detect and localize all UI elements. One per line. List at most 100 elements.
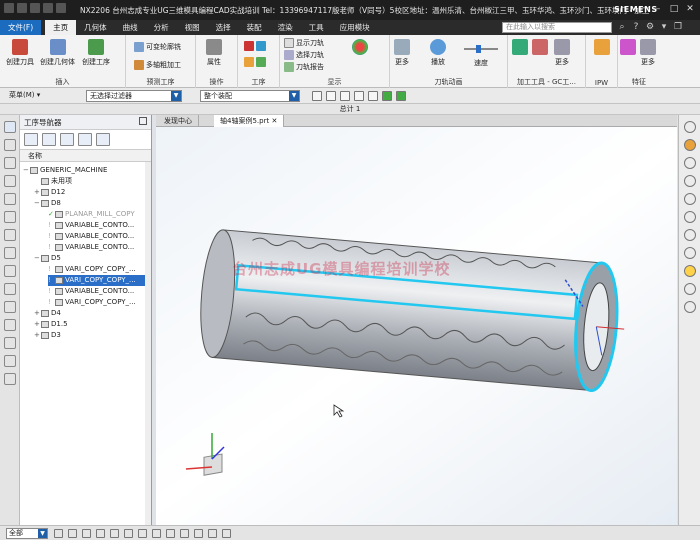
part-navigator-icon[interactable] <box>3 139 16 151</box>
speed-slider[interactable]: 速度 <box>464 45 498 68</box>
maximize-icon[interactable]: □ <box>666 2 682 16</box>
tree-node-operation[interactable]: ! VARIABLE_CONTO... <box>48 242 134 253</box>
tree-node-d1-5[interactable]: + D1.5 <box>34 319 68 330</box>
tree-node-d8[interactable]: − D8 <box>34 198 61 209</box>
show-toolpath-button[interactable]: 显示刀轨 <box>284 38 324 48</box>
assembly-scope-select[interactable]: 整个装配 ▼ <box>200 90 300 102</box>
section-view-icon[interactable] <box>683 229 696 241</box>
program-order-view-icon[interactable] <box>24 133 38 146</box>
tree-node-operation[interactable]: ! VARIABLE_CONTO... <box>48 286 134 297</box>
tree-node-planar-mill[interactable]: ✓ PLANAR_MILL_COPY <box>48 209 135 220</box>
wcs-icon[interactable] <box>683 247 696 259</box>
menu-applications[interactable]: 应用模块 <box>332 20 378 35</box>
assembly-navigator-icon[interactable] <box>3 157 16 169</box>
display-options-button[interactable] <box>352 39 368 57</box>
play-button[interactable]: 播放 <box>430 39 446 67</box>
gc-more-button[interactable]: 更多 <box>554 39 570 67</box>
face-select-icon[interactable] <box>68 529 77 538</box>
verify-path-icon[interactable] <box>244 57 268 67</box>
endpoint-snap-icon[interactable] <box>382 91 392 101</box>
edge-select-icon[interactable] <box>82 529 91 538</box>
web-browser-icon[interactable] <box>3 265 16 277</box>
lasso-icon[interactable] <box>368 91 378 101</box>
create-geometry-button[interactable]: 创建几何体 <box>40 39 75 67</box>
curve-select-icon[interactable] <box>138 529 147 538</box>
midpoint-snap-icon[interactable] <box>396 91 406 101</box>
component-select-icon[interactable] <box>124 529 133 538</box>
copy-icon[interactable] <box>56 3 66 13</box>
tree-node-d5[interactable]: − D5 <box>34 253 61 264</box>
orient-icon[interactable] <box>152 529 161 538</box>
play-icon[interactable] <box>683 121 696 133</box>
tree-node-unused[interactable]: 未用项 <box>34 176 72 187</box>
tab-part-file[interactable]: 轴4轴案例5.prt ✕ <box>214 115 285 127</box>
tree-node-d12[interactable]: + D12 <box>34 187 65 198</box>
toolpath-report-button[interactable]: 刀轨报告 <box>284 62 324 72</box>
close-tab-icon[interactable]: ✕ <box>271 117 277 125</box>
background-icon[interactable] <box>683 283 696 295</box>
tree-node-selected[interactable]: ! VARI_COPY_COPY_... <box>48 275 146 286</box>
menu-geometry[interactable]: 几何体 <box>76 20 115 35</box>
method-view-icon[interactable] <box>78 133 92 146</box>
menu-select[interactable]: 选择 <box>208 20 239 35</box>
close-icon[interactable]: ✕ <box>682 2 698 16</box>
ipw-icon[interactable] <box>594 39 610 57</box>
tree-node-operation[interactable]: ! VARIABLE_CONTO... <box>48 220 134 231</box>
reuse-library-icon[interactable] <box>3 229 16 241</box>
box-select-icon[interactable] <box>354 91 364 101</box>
tree-node-operation[interactable]: ! VARIABLE_CONTO... <box>48 231 134 242</box>
tree-node-machine[interactable]: − GENERIC_MACHINE <box>23 165 107 176</box>
create-tool-button[interactable]: 创建刀具 <box>6 39 34 67</box>
feature-icon[interactable] <box>620 39 636 57</box>
feature-more-button[interactable]: 更多 <box>640 39 656 67</box>
menu-assembly[interactable]: 装配 <box>239 20 270 35</box>
geometry-view-icon[interactable] <box>60 133 74 146</box>
snap-grid-icon[interactable] <box>54 529 63 538</box>
status-select-scope[interactable]: 全部 ▼ <box>6 528 48 539</box>
eye-icon[interactable] <box>683 175 696 187</box>
menu-analysis[interactable]: 分析 <box>146 20 177 35</box>
main-menu-button[interactable]: 菜单(M) ▾ <box>6 90 58 102</box>
selection-filter-select[interactable]: 无选择过滤器 ▼ <box>86 90 182 102</box>
system-materials-icon[interactable] <box>3 301 16 313</box>
settings-icon[interactable]: ⚙ <box>645 21 655 33</box>
save-icon[interactable] <box>4 3 14 13</box>
tool-library-icon[interactable] <box>3 211 16 223</box>
multi-axis-rough-button[interactable]: 多轴粗加工 <box>134 60 181 70</box>
record-icon[interactable] <box>683 139 696 151</box>
feature-select-icon[interactable] <box>110 529 119 538</box>
select-toolpath-button[interactable]: 选择刀轨 <box>284 50 324 60</box>
measure-icon[interactable] <box>194 529 203 538</box>
menu-render[interactable]: 渲染 <box>270 20 301 35</box>
generate-path-icon[interactable] <box>244 41 268 51</box>
clock-icon[interactable] <box>3 355 16 367</box>
snap-icon[interactable] <box>312 91 322 101</box>
panel-restore-icon[interactable] <box>139 117 147 125</box>
camera-icon[interactable] <box>683 211 696 223</box>
body-select-icon[interactable] <box>96 529 105 538</box>
point-icon[interactable] <box>326 91 336 101</box>
expand-icon[interactable] <box>96 133 110 146</box>
tab-discovery-center[interactable]: 发现中心 <box>158 115 199 127</box>
roles-icon[interactable] <box>3 337 16 349</box>
tree-node-d3[interactable]: + D3 <box>34 330 61 341</box>
hide-icon[interactable] <box>683 193 696 205</box>
tree-node-d4[interactable]: + D4 <box>34 308 61 319</box>
process-studio-icon[interactable] <box>3 319 16 331</box>
window-icon[interactable]: ❐ <box>673 21 683 33</box>
pause-icon[interactable] <box>683 157 696 169</box>
graphics-viewport[interactable] <box>156 127 677 525</box>
machine-tool-view-icon[interactable] <box>42 133 56 146</box>
navigator-tab-icon[interactable] <box>3 121 16 133</box>
pencil-icon[interactable] <box>222 529 231 538</box>
more-animation-button[interactable]: 更多 <box>394 39 410 67</box>
palette-icon[interactable] <box>3 373 16 385</box>
tree-node-operation[interactable]: ! VARI_COPY_COPY_... <box>48 297 136 308</box>
tree-node-operation[interactable]: ! VARI_COPY_COPY_... <box>48 264 136 275</box>
light-icon[interactable] <box>683 265 696 277</box>
file-menu[interactable]: 文件(F) <box>0 20 42 35</box>
menu-curve[interactable]: 曲线 <box>115 20 146 35</box>
minimize-icon[interactable]: – <box>650 2 666 16</box>
variable-contour-button[interactable]: 可变轮廓铣 <box>134 42 181 52</box>
properties-button[interactable]: 属性 <box>206 39 222 67</box>
